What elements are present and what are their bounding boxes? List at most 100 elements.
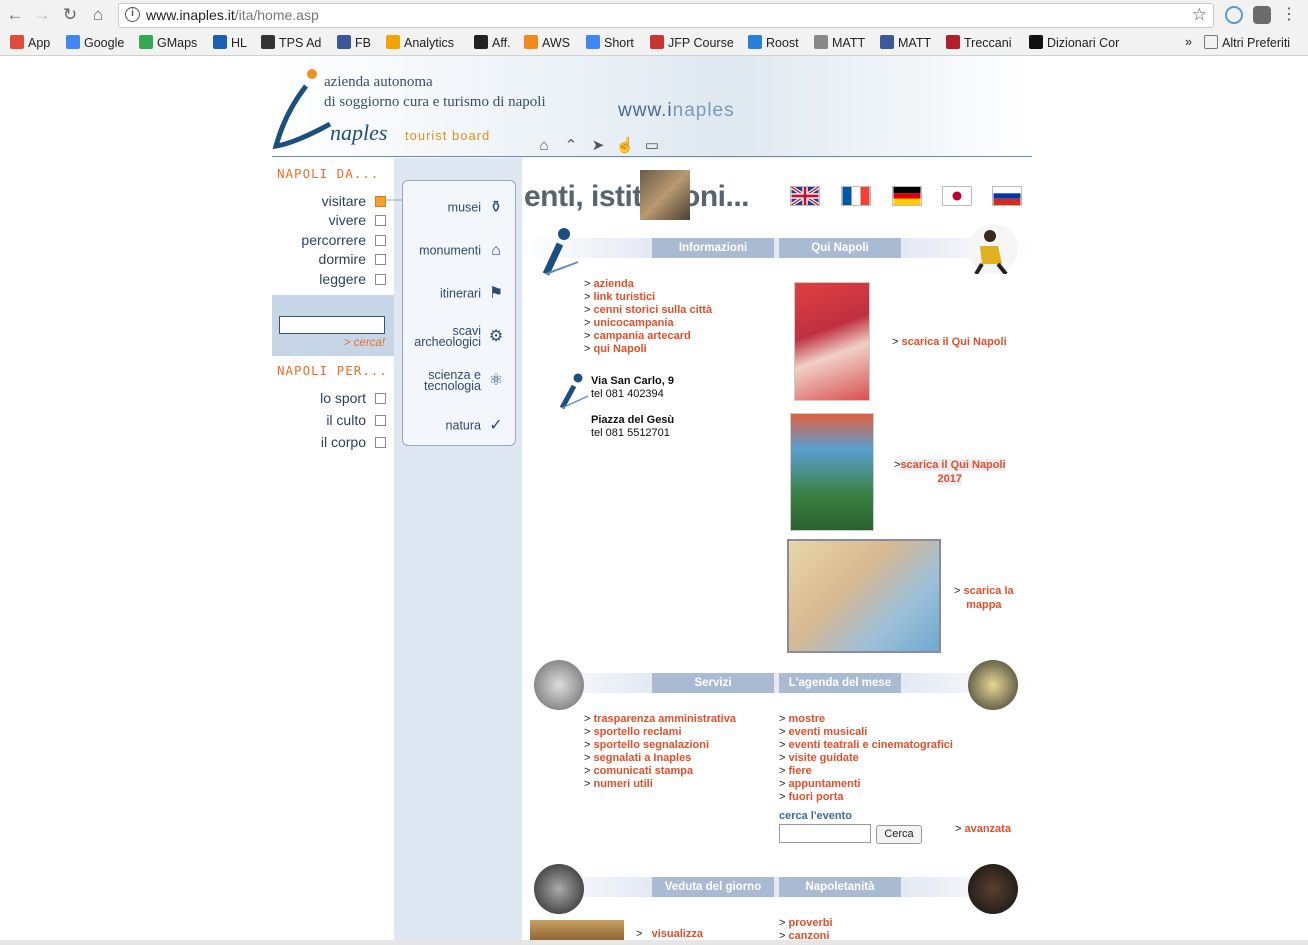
qui-napoli-2017-cover[interactable] (790, 413, 874, 531)
home-nav-icon[interactable]: ⌂ (534, 137, 554, 155)
link-appuntamenti[interactable]: > appuntamenti (779, 778, 953, 791)
bookmark-item[interactable]: Treccani (946, 35, 1011, 50)
link-reclami[interactable]: > sportello reclami (584, 726, 736, 739)
reload-icon[interactable]: ↻ (59, 4, 81, 26)
bookmark-item[interactable]: Aff. (474, 35, 511, 50)
flag-france-icon[interactable] (841, 186, 871, 206)
event-search-input[interactable] (779, 824, 871, 843)
checkbox-icon[interactable] (375, 274, 386, 285)
flag-germany-icon[interactable] (892, 186, 922, 206)
menu-natura[interactable]: natura ✓ (446, 415, 507, 437)
link-visitare[interactable]: visitare (322, 193, 386, 209)
link-visite-guidate[interactable]: > visite guidate (779, 752, 953, 765)
tab-napoletanita[interactable]: Napoletanità (779, 877, 901, 897)
bookmark-star-icon[interactable]: ☆ (1192, 5, 1207, 25)
menu-monumenti[interactable]: monumenti ⌂ (419, 240, 507, 262)
link-il-corpo[interactable]: il corpo (321, 434, 386, 450)
checkbox-icon[interactable] (375, 393, 386, 404)
link-azienda[interactable]: > azienda (584, 278, 712, 291)
link-vivere[interactable]: vivere (329, 212, 386, 228)
back-icon[interactable]: ← (4, 4, 26, 26)
bookmark-item[interactable]: AWS (524, 35, 570, 50)
link-percorrere[interactable]: percorrere (301, 232, 386, 248)
link-eventi-musicali[interactable]: > eventi musicali (779, 726, 953, 739)
bookmark-item[interactable]: Analytics (386, 35, 454, 50)
checkbox-icon[interactable] (375, 254, 386, 265)
search-button[interactable]: > cerca! (344, 337, 385, 349)
checkbox-icon[interactable] (375, 415, 386, 426)
link-comunicati[interactable]: > comunicati stampa (584, 765, 736, 778)
menu-scienza-tecnologia[interactable]: scienza e tecnologia ⚛ (424, 369, 507, 393)
bookmark-item[interactable]: MATT (814, 35, 865, 50)
link-segnalazioni[interactable]: > sportello segnalazioni (584, 739, 736, 752)
link-lo-sport[interactable]: lo sport (320, 390, 386, 406)
link-turistici[interactable]: > link turistici (584, 291, 712, 304)
checkbox-icon[interactable] (375, 235, 386, 246)
link-fuori-porta[interactable]: > fuori porta (779, 791, 953, 804)
link-il-culto[interactable]: il culto (326, 412, 386, 428)
evernote-extension-icon[interactable] (1253, 6, 1271, 24)
link-artecard[interactable]: > campania artecard (584, 330, 712, 343)
link-dormire[interactable]: dormire (319, 251, 386, 267)
link-leggere[interactable]: leggere (319, 271, 386, 287)
checkbox-icon[interactable] (375, 437, 386, 448)
menu-itinerari[interactable]: itinerari ⚑ (440, 283, 507, 305)
tab-veduta[interactable]: Veduta del giorno (652, 877, 774, 897)
flag-russia-icon[interactable] (992, 186, 1022, 206)
tab-agenda[interactable]: L'agenda del mese (779, 673, 901, 693)
link-eventi-teatrali[interactable]: > eventi teatrali e cinematografici (779, 739, 953, 752)
link-visualizza[interactable]: > visualizza (636, 928, 703, 940)
bookmark-item[interactable]: MATT (880, 35, 931, 50)
flag-japan-icon[interactable] (942, 186, 972, 206)
download-qui-napoli[interactable]: > scarica il Qui Napoli (892, 335, 1007, 349)
download-mappa[interactable]: > scarica la mappa (954, 584, 1014, 612)
event-search-button[interactable]: Cerca (876, 825, 922, 844)
house-alt-icon[interactable]: ⌃ (561, 136, 581, 154)
link-qui-napoli[interactable]: > qui Napoli (584, 343, 712, 356)
credit-card-icon[interactable]: ▭ (642, 136, 662, 154)
bookmark-item[interactable]: Roost (748, 35, 799, 50)
info-icon[interactable]: i (125, 7, 140, 22)
link-proverbi[interactable]: > proverbi (779, 917, 833, 930)
checkbox-icon[interactable] (375, 215, 386, 226)
forward-icon[interactable]: → (31, 4, 53, 26)
link-unicocampania[interactable]: > unicocampania (584, 317, 712, 330)
menu-musei[interactable]: musei ⚱ (448, 197, 507, 219)
tab-qui-napoli[interactable]: Qui Napoli (779, 238, 901, 258)
menu-dots-icon[interactable]: ⋮ (1280, 6, 1298, 24)
link-numeri-utili[interactable]: > numeri utili (584, 778, 736, 791)
paper-plane-icon[interactable]: ➤ (588, 136, 608, 154)
address-bar[interactable]: i www.inaples.it/ita/home.asp ☆ (118, 3, 1214, 28)
bookmark-item[interactable]: GMaps (139, 35, 197, 50)
bookmark-item[interactable]: HL (213, 35, 247, 50)
bookmark-item[interactable]: Dizionari Cor (1029, 35, 1119, 50)
qui-napoli-cover[interactable] (794, 282, 870, 401)
link-trasparenza[interactable]: > trasparenza amministrativa (584, 713, 736, 726)
inaples-logo-icon[interactable] (272, 64, 332, 154)
napoli-map[interactable] (787, 539, 941, 653)
link-avanzata[interactable]: > avanzata (955, 822, 1011, 836)
search-input[interactable] (279, 316, 385, 334)
link-canzoni[interactable]: > canzoni (779, 930, 833, 940)
download-qui-napoli-2017[interactable]: >scarica il Qui Napoli 2017 (894, 458, 1006, 486)
bookmark-item[interactable]: Google (66, 35, 124, 50)
home-icon[interactable]: ⌂ (87, 4, 109, 26)
flag-uk-icon[interactable] (790, 186, 820, 206)
bookmark-item[interactable]: JFP Course (650, 35, 734, 50)
hand-pointer-icon[interactable]: ☝ (615, 136, 635, 154)
link-cenni-storici[interactable]: > cenni storici sulla città (584, 304, 712, 317)
bookmark-item[interactable]: TPS Ad (261, 35, 321, 50)
bookmark-item[interactable]: App (10, 35, 50, 50)
bookmark-item[interactable]: Short (586, 35, 634, 50)
menu-scavi-archeologici[interactable]: scavi archeologici ⚙ (414, 325, 507, 349)
bookmark-item[interactable]: FB (337, 35, 371, 50)
link-mostre[interactable]: > mostre (779, 713, 953, 726)
tab-informazioni[interactable]: Informazioni (652, 238, 774, 258)
bookmarks-overflow-button[interactable]: » (1185, 35, 1192, 49)
tab-servizi[interactable]: Servizi (652, 673, 774, 693)
sync-extension-icon[interactable] (1225, 6, 1243, 24)
veduta-thumbnail[interactable] (530, 920, 624, 940)
other-bookmarks-folder[interactable]: Altri Preferiti (1204, 35, 1290, 50)
link-fiere[interactable]: > fiere (779, 765, 953, 778)
link-segnalati[interactable]: > segnalati a Inaples (584, 752, 736, 765)
